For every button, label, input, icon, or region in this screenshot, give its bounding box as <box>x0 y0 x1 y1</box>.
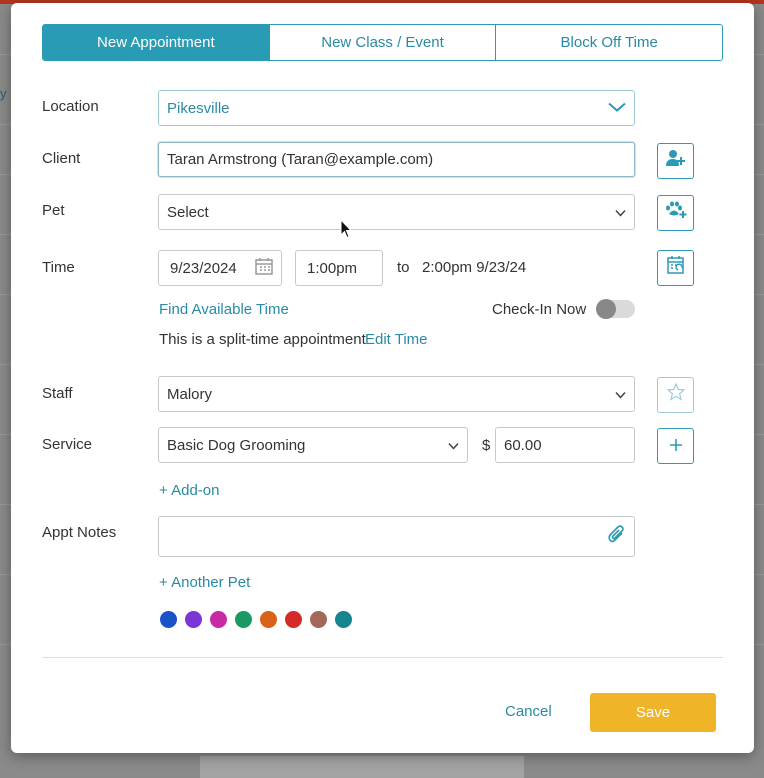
staff-value: Malory <box>167 385 213 403</box>
save-button[interactable]: Save <box>590 693 716 732</box>
add-pet-button[interactable] <box>657 195 694 231</box>
favorite-staff-button[interactable] <box>657 377 694 413</box>
edit-time-link[interactable]: Edit Time <box>365 331 428 348</box>
staff-label: Staff <box>42 385 73 402</box>
footer-divider <box>42 657 723 658</box>
time-to-text: to <box>397 259 410 276</box>
split-time-text: This is a split-time appointment <box>159 331 366 348</box>
paperclip-icon[interactable] <box>608 524 626 549</box>
start-time-value: 1:00pm <box>307 259 358 277</box>
notes-label: Appt Notes <box>42 524 117 541</box>
service-label: Service <box>42 436 93 453</box>
chevron-down-icon <box>608 100 626 117</box>
toggle-knob <box>596 299 616 319</box>
add-paw-icon <box>665 201 687 225</box>
color-swatch[interactable] <box>210 611 227 628</box>
calendar-schedule-button[interactable] <box>657 250 694 286</box>
service-select[interactable]: Basic Dog Grooming <box>158 427 468 463</box>
check-in-label: Check-In Now <box>492 301 587 318</box>
add-person-icon <box>665 149 686 173</box>
location-select[interactable]: Pikesville <box>158 90 635 126</box>
color-swatch[interactable] <box>285 611 302 628</box>
add-service-button[interactable] <box>657 428 694 464</box>
tab-new-class-event[interactable]: New Class / Event <box>268 25 496 60</box>
price-input[interactable]: 60.00 <box>495 427 635 463</box>
chevron-down-icon <box>448 437 459 454</box>
color-swatch[interactable] <box>185 611 202 628</box>
appointment-modal: New Appointment New Class / Event Block … <box>11 3 754 753</box>
cancel-button[interactable]: Cancel <box>505 703 552 720</box>
currency-symbol: $ <box>482 437 491 454</box>
color-swatch[interactable] <box>160 611 177 628</box>
plus-icon <box>669 435 683 458</box>
color-swatch[interactable] <box>310 611 327 628</box>
pet-select[interactable]: Select <box>158 194 635 230</box>
find-available-time-link[interactable]: Find Available Time <box>159 301 289 318</box>
tab-block-off-time[interactable]: Block Off Time <box>495 25 722 60</box>
color-swatch[interactable] <box>260 611 277 628</box>
add-client-button[interactable] <box>657 143 694 179</box>
mouse-cursor-icon <box>340 218 353 244</box>
date-value: 9/23/2024 <box>170 259 237 277</box>
pet-value: Select <box>167 203 209 221</box>
notes-input[interactable] <box>158 516 635 557</box>
pet-label: Pet <box>42 202 65 219</box>
staff-select[interactable]: Malory <box>158 376 635 412</box>
backdrop-text: y <box>0 86 7 101</box>
color-swatch[interactable] <box>235 611 252 628</box>
calendar-icon[interactable] <box>255 257 273 279</box>
client-label: Client <box>42 150 81 167</box>
tab-new-appointment[interactable]: New Appointment <box>43 25 269 60</box>
color-swatch[interactable] <box>335 611 352 628</box>
chevron-down-icon <box>615 386 626 403</box>
start-time-input[interactable]: 1:00pm <box>295 250 383 286</box>
end-time-text: 2:00pm 9/23/24 <box>422 259 527 276</box>
date-input[interactable]: 9/23/2024 <box>158 250 282 286</box>
another-pet-link[interactable]: + Another Pet <box>159 574 250 591</box>
price-value: 60.00 <box>504 436 542 454</box>
time-label: Time <box>42 259 75 276</box>
service-value: Basic Dog Grooming <box>167 436 306 454</box>
chevron-down-icon <box>615 204 626 221</box>
client-input[interactable]: Taran Armstrong (Taran@example.com) <box>158 142 635 177</box>
check-in-toggle[interactable] <box>596 299 635 319</box>
client-value: Taran Armstrong (Taran@example.com) <box>167 151 434 168</box>
add-on-link[interactable]: + Add-on <box>159 482 219 499</box>
location-label: Location <box>42 98 99 115</box>
tab-bar: New Appointment New Class / Event Block … <box>42 24 723 61</box>
calendar-refresh-icon <box>666 255 685 281</box>
location-value: Pikesville <box>167 99 230 117</box>
star-icon <box>665 382 686 407</box>
